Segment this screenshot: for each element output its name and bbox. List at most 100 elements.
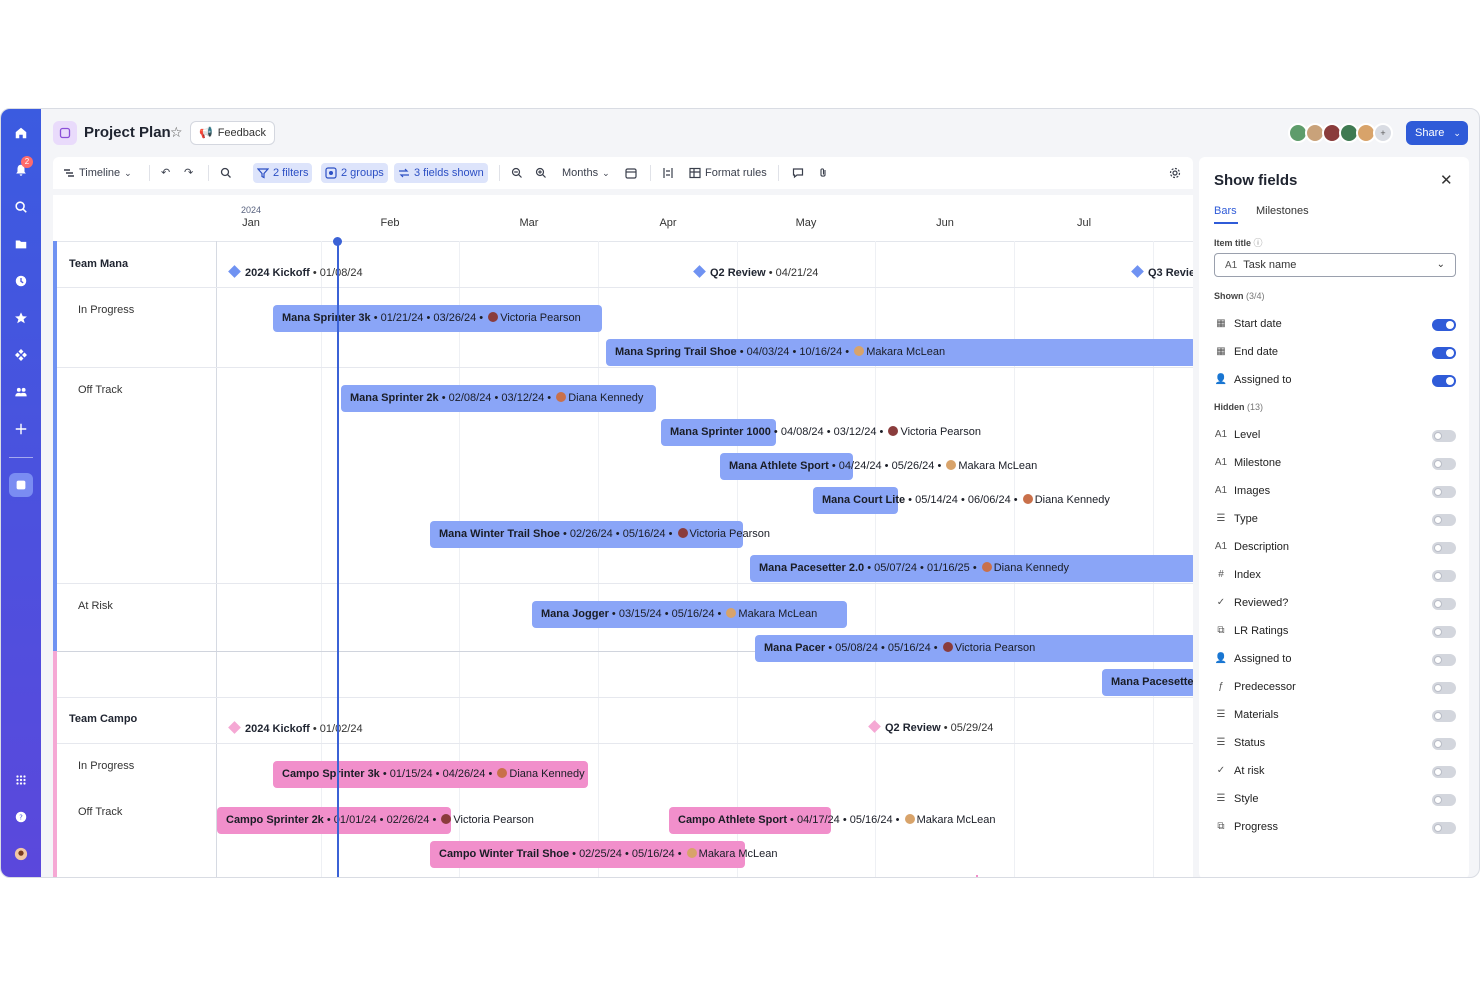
- filters-button[interactable]: 2 filters: [253, 163, 313, 183]
- attachments-button[interactable]: [813, 163, 833, 183]
- task-bar[interactable]: Campo Athlete Sport • 04/17/24 • 05/16/2…: [669, 807, 995, 834]
- zoom-in-button[interactable]: [531, 163, 551, 183]
- field-toggle[interactable]: [1432, 738, 1456, 750]
- info-icon: ⓘ: [1253, 238, 1263, 248]
- field-toggle[interactable]: [1432, 514, 1456, 526]
- field-toggle[interactable]: [1432, 486, 1456, 498]
- field-toggle[interactable]: [1432, 794, 1456, 806]
- today-marker[interactable]: [333, 237, 342, 246]
- clock-icon[interactable]: [9, 269, 33, 293]
- milestone[interactable]: Q2 Review • 04/21/24: [693, 265, 818, 279]
- task-bar[interactable]: Mana Sprinter 1000 • 04/08/24 • 03/12/24…: [661, 419, 981, 446]
- field-row[interactable]: ✓ At risk: [1214, 764, 1456, 782]
- user-avatar[interactable]: [9, 842, 33, 866]
- feedback-button[interactable]: 📢 Feedback: [190, 121, 276, 145]
- people-icon[interactable]: [9, 380, 33, 404]
- task-bar[interactable]: Mana Sprinter 3k • 01/21/24 • 03/26/24 •…: [273, 305, 602, 332]
- fields-button[interactable]: 3 fields shown: [394, 163, 488, 183]
- timescale-select[interactable]: Months ⌄: [558, 163, 614, 183]
- redo-button[interactable]: ↷: [180, 163, 197, 183]
- field-toggle[interactable]: [1432, 430, 1456, 442]
- task-bar[interactable]: Mana Winter Trail Shoe • 02/26/24 • 05/1…: [430, 521, 770, 548]
- field-row[interactable]: 👤 Assigned to: [1214, 652, 1456, 670]
- milestone[interactable]: Q3 Revie: [1131, 265, 1193, 279]
- search-button[interactable]: [216, 163, 236, 183]
- format-rules-button[interactable]: Format rules: [685, 163, 771, 183]
- field-row[interactable]: A1 Level: [1214, 428, 1456, 446]
- field-row[interactable]: # Index: [1214, 568, 1456, 586]
- plus-icon[interactable]: [9, 417, 33, 441]
- task-bar[interactable]: Campo Winter Trail Shoe • 02/25/24 • 05/…: [430, 841, 778, 868]
- help-icon[interactable]: ?: [9, 805, 33, 829]
- field-row[interactable]: ▦ Start date: [1214, 317, 1456, 335]
- folder-icon[interactable]: [9, 232, 33, 256]
- task-bar[interactable]: Campo Sprinter 3k • 01/15/24 • 04/26/24 …: [273, 761, 588, 788]
- avatar: [981, 562, 992, 572]
- field-toggle[interactable]: [1432, 710, 1456, 722]
- field-toggle[interactable]: [1432, 598, 1456, 610]
- field-toggle[interactable]: [1432, 822, 1456, 834]
- item-title-select[interactable]: A1 Task name ⌄: [1214, 253, 1456, 277]
- settings-button[interactable]: [1165, 163, 1185, 183]
- field-toggle[interactable]: [1432, 347, 1456, 359]
- task-bar[interactable]: Mana Jogger • 03/15/24 • 05/16/24 • Maka…: [532, 601, 847, 628]
- month-label: Apr: [659, 217, 677, 229]
- field-row[interactable]: ⧉ Progress: [1214, 820, 1456, 838]
- task-bar[interactable]: Mana Court Lite • 05/14/24 • 06/06/24 • …: [813, 487, 1110, 514]
- align-button[interactable]: [658, 163, 678, 183]
- workspace-icon[interactable]: [9, 473, 33, 497]
- field-toggle[interactable]: [1432, 626, 1456, 638]
- close-icon[interactable]: ✕: [1440, 171, 1453, 189]
- field-toggle[interactable]: [1432, 570, 1456, 582]
- collaborator-avatars[interactable]: +: [1288, 123, 1393, 143]
- field-toggle[interactable]: [1432, 654, 1456, 666]
- field-toggle[interactable]: [1432, 682, 1456, 694]
- field-toggle[interactable]: [1432, 766, 1456, 778]
- field-row[interactable]: ☰ Materials: [1214, 708, 1456, 726]
- field-row[interactable]: ☰ Style: [1214, 792, 1456, 810]
- tab-bars[interactable]: Bars: [1214, 205, 1237, 217]
- favorite-star-icon[interactable]: ☆: [170, 124, 183, 141]
- field-row[interactable]: ⧉ LR Ratings: [1214, 624, 1456, 642]
- search-icon[interactable]: [9, 195, 33, 219]
- task-bar[interactable]: Mana Spring Trail Shoe • 04/03/24 • 10/1…: [606, 339, 1193, 366]
- milestone[interactable]: 2024 Kickoff • 01/08/24: [228, 265, 363, 279]
- comments-button[interactable]: [788, 163, 808, 183]
- zoom-out-button[interactable]: [507, 163, 527, 183]
- groups-button[interactable]: 2 groups: [321, 163, 388, 183]
- group-title[interactable]: Team Campo: [69, 713, 137, 725]
- share-button[interactable]: Share ⌄: [1406, 121, 1468, 145]
- task-bar[interactable]: Mana Pacesette: [1102, 669, 1193, 696]
- calendar-icon: ▦: [1216, 346, 1226, 357]
- apps-icon[interactable]: [9, 343, 33, 367]
- task-bar[interactable]: Mana Sprinter 2k • 02/08/24 • 03/12/24 •…: [341, 385, 656, 412]
- home-icon[interactable]: [9, 121, 33, 145]
- field-toggle[interactable]: [1432, 542, 1456, 554]
- field-row[interactable]: 👤 Assigned to: [1214, 373, 1456, 391]
- field-row[interactable]: ƒ Predecessor: [1214, 680, 1456, 698]
- field-row[interactable]: ☰ Type: [1214, 512, 1456, 530]
- task-bar[interactable]: Campo Sprinter 2k • 01/01/24 • 02/26/24 …: [217, 807, 534, 834]
- grid-icon[interactable]: [9, 768, 33, 792]
- tab-milestones[interactable]: Milestones: [1256, 205, 1309, 217]
- field-row[interactable]: ▦ End date: [1214, 345, 1456, 363]
- star-icon[interactable]: [9, 306, 33, 330]
- undo-button[interactable]: ↶: [157, 163, 174, 183]
- avatar-overflow[interactable]: +: [1373, 123, 1393, 143]
- view-switcher[interactable]: Timeline ⌄: [59, 163, 136, 183]
- field-toggle[interactable]: [1432, 458, 1456, 470]
- field-row[interactable]: ☰ Status: [1214, 736, 1456, 754]
- task-bar[interactable]: Mana Pacesetter 2.0 • 05/07/24 • 01/16/2…: [750, 555, 1193, 582]
- field-toggle[interactable]: [1432, 319, 1456, 331]
- task-bar[interactable]: Mana Athlete Sport • 04/24/24 • 05/26/24…: [720, 453, 1037, 480]
- task-bar[interactable]: Mana Pacer • 05/08/24 • 05/16/24 • Victo…: [755, 635, 1193, 662]
- group-title[interactable]: Team Mana: [69, 258, 128, 270]
- milestone[interactable]: Q2 Review • 05/29/24: [868, 720, 993, 734]
- milestone[interactable]: 2024 Kickoff • 01/02/24: [228, 721, 363, 735]
- field-toggle[interactable]: [1432, 375, 1456, 387]
- field-row[interactable]: A1 Description: [1214, 540, 1456, 558]
- field-row[interactable]: ✓ Reviewed?: [1214, 596, 1456, 614]
- field-row[interactable]: A1 Milestone: [1214, 456, 1456, 474]
- calendar-settings-button[interactable]: [621, 163, 641, 183]
- field-row[interactable]: A1 Images: [1214, 484, 1456, 502]
